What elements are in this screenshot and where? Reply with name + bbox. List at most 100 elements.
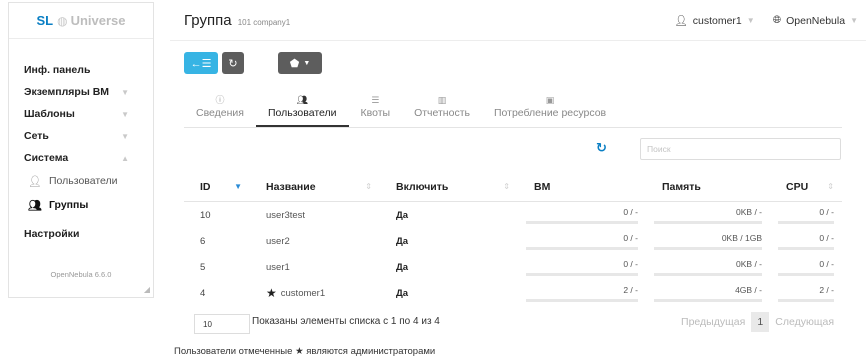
- tab-info[interactable]: ⓘ Сведения: [184, 94, 256, 127]
- user-name: user2: [266, 235, 290, 247]
- table-row[interactable]: 10 user3test Да 0 / - 0KB / - 0 / -: [184, 202, 842, 228]
- sidebar-item-settings[interactable]: Настройки: [9, 223, 153, 245]
- footnote-before: Пользователи отмеченные: [174, 346, 293, 357]
- tab-label: Пользователи: [267, 107, 337, 119]
- back-list-icon: ←☰: [190, 57, 212, 70]
- sidebar-item-network[interactable]: Сеть ▼: [9, 125, 153, 147]
- sort-icon: ⇕: [365, 182, 372, 191]
- sidebar-item-dashboard[interactable]: Инф. панель: [9, 59, 153, 81]
- column-label: CPU: [786, 180, 809, 193]
- money-icon: ▣: [545, 95, 555, 105]
- next-page-button[interactable]: Следующая: [775, 316, 834, 328]
- vm-quota: 0 / -: [623, 232, 638, 243]
- user-name: user3test: [266, 209, 306, 221]
- column-header-cpu[interactable]: CPU ⇕: [770, 172, 842, 201]
- cpu-quota-bar: [778, 246, 834, 250]
- users-icon: 👥︎: [296, 95, 308, 105]
- cell-name: user3test: [250, 210, 380, 221]
- tab-users[interactable]: 👥︎ Пользователи: [255, 94, 349, 127]
- table-row[interactable]: 6 user2 Да 0 / - 0KB / 1GB 0 / -: [184, 228, 842, 254]
- prev-page-button[interactable]: Предыдущая: [681, 316, 745, 328]
- chevron-down-icon: ▼: [121, 131, 129, 141]
- logo-icon: ◍: [57, 13, 68, 28]
- sort-icon: ⇕: [827, 182, 834, 191]
- vm-quota: 2 / -: [623, 284, 638, 295]
- sidebar-subitem-label: Пользователи: [49, 175, 118, 187]
- top-nav: 👤︎ customer1 ▼ 🌐︎ OpenNebula ▼: [674, 14, 858, 27]
- sidebar-menu: Инф. панель Экземпляры ВМ ▼ Шаблоны ▼ Се…: [9, 59, 153, 245]
- page-size-select[interactable]: 10: [194, 314, 250, 334]
- column-label: ID: [200, 180, 211, 193]
- cell-vm: 2 / -: [518, 280, 646, 306]
- tag-icon: ⬟: [289, 57, 300, 70]
- admin-footnote: Пользователи отмеченные ★ являются админ…: [174, 346, 435, 357]
- user-menu[interactable]: 👤︎ customer1 ▼: [674, 14, 755, 28]
- cpu-quota: 0 / -: [819, 232, 834, 243]
- user-icon: 👤︎: [28, 175, 42, 188]
- cell-enabled: Да: [396, 261, 409, 273]
- table-row[interactable]: 5 user1 Да 0 / - 0KB / - 0 / -: [184, 254, 842, 280]
- column-header-enabled[interactable]: Включить ⇕: [380, 172, 518, 201]
- cell-name: user1: [250, 262, 380, 273]
- cell-memory: 4GB / -: [646, 280, 770, 306]
- brand-logo[interactable]: SL ◍ Universe: [9, 3, 153, 39]
- memory-quota: 4GB / -: [735, 284, 762, 295]
- brand-name: Universe: [70, 13, 126, 28]
- sidebar-item-templates[interactable]: Шаблоны ▼: [9, 103, 153, 125]
- user-name: user1: [266, 261, 290, 273]
- column-header-name[interactable]: Название ⇕: [250, 172, 380, 201]
- sync-icon[interactable]: ↻: [596, 140, 607, 156]
- showing-info: Показаны элементы списка с 1 по 4 из 4: [252, 316, 440, 327]
- cpu-quota-bar: [778, 298, 834, 302]
- sidebar-item-system[interactable]: Система ▲: [9, 147, 153, 169]
- memory-quota-bar: [654, 272, 762, 276]
- chevron-down-icon: ▼: [746, 16, 755, 25]
- users-icon: 👥︎: [28, 199, 42, 212]
- tabs: ⓘ Сведения 👥︎ Пользователи ☰ Квоты ▥ Отч…: [184, 94, 842, 128]
- sidebar-item-vms[interactable]: Экземпляры ВМ ▼: [9, 81, 153, 103]
- cell-enabled: Да: [396, 209, 409, 221]
- cell-enabled: Да: [396, 287, 409, 299]
- cell-id: 6: [200, 235, 206, 247]
- chart-icon: ▥: [437, 95, 447, 105]
- column-label: Память: [662, 180, 701, 193]
- tab-quotas[interactable]: ☰ Квоты: [349, 94, 403, 127]
- sidebar-subitem-users[interactable]: 👤︎ Пользователи: [9, 169, 153, 193]
- sidebar-item-label: Инф. панель: [24, 64, 91, 76]
- search-input[interactable]: [640, 138, 841, 160]
- page-number-button[interactable]: 1: [751, 312, 770, 332]
- vm-quota-bar: [526, 220, 638, 224]
- refresh-button[interactable]: ↻: [222, 52, 244, 74]
- globe-icon: 🌐︎: [772, 14, 782, 26]
- cpu-quota-bar: [778, 220, 834, 224]
- sidebar: SL ◍ Universe Инф. панель Экземпляры ВМ …: [8, 2, 154, 298]
- tab-showback[interactable]: ▣ Потребление ресурсов: [482, 94, 618, 127]
- column-header-id[interactable]: ID ▼: [184, 172, 250, 201]
- table-row[interactable]: 4 ★ customer1 Да 2 / - 4GB / - 2 / -: [184, 280, 842, 306]
- sidebar-item-label: Экземпляры ВМ: [24, 86, 110, 98]
- cpu-quota-bar: [778, 272, 834, 276]
- column-header-vm[interactable]: ВМ: [518, 172, 646, 201]
- page-title: Группа 101 company1: [184, 12, 290, 29]
- admin-star-icon: ★: [295, 346, 304, 357]
- brand-prefix: SL: [36, 13, 54, 28]
- back-button[interactable]: ←☰: [184, 52, 218, 74]
- memory-quota-bar: [654, 298, 762, 302]
- tab-label: Сведения: [196, 107, 244, 119]
- memory-quota-bar: [654, 220, 762, 224]
- sidebar-subitem-groups[interactable]: 👥︎ Группы: [9, 193, 153, 217]
- resize-handle-icon[interactable]: ◢: [144, 285, 150, 294]
- labels-dropdown-button[interactable]: ⬟ ▼: [278, 52, 322, 74]
- user-name: customer1: [280, 287, 326, 299]
- tab-accounting[interactable]: ▥ Отчетность: [402, 94, 482, 127]
- vm-quota: 0 / -: [623, 258, 638, 269]
- page-size-value: 10: [203, 319, 212, 329]
- vm-quota-bar: [526, 298, 638, 302]
- vm-quota-bar: [526, 246, 638, 250]
- sidebar-item-label: Сеть: [24, 130, 49, 142]
- cell-cpu: 2 / -: [770, 280, 842, 306]
- column-header-memory[interactable]: Память: [646, 172, 770, 201]
- tab-label: Отчетность: [414, 107, 470, 119]
- chevron-down-icon: ▼: [850, 16, 858, 25]
- zone-menu[interactable]: 🌐︎ OpenNebula ▼: [773, 14, 858, 27]
